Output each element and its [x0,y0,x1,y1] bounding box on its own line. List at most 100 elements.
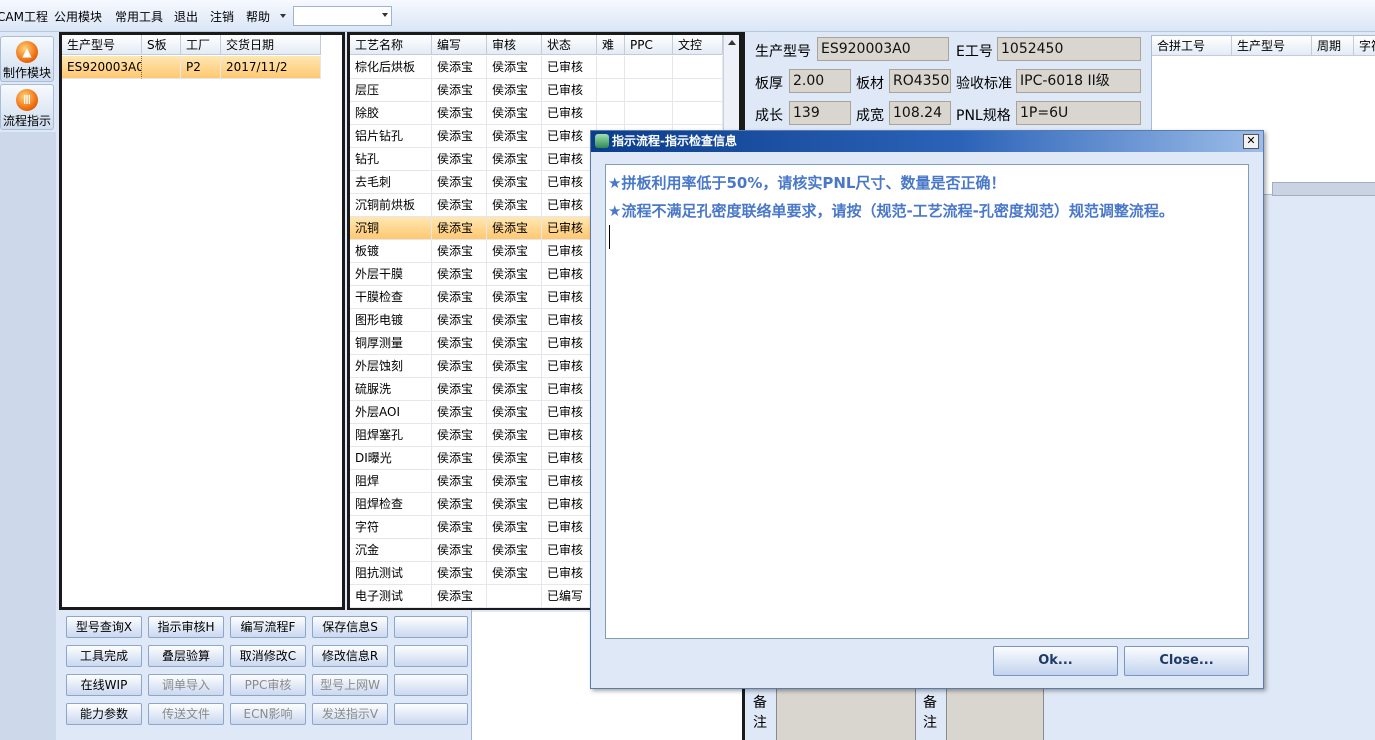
col-char[interactable]: 字符 [1354,36,1375,56]
process-reviewer-cell[interactable]: 侯添宝 [487,332,542,355]
process-writer-cell[interactable]: 侯添宝 [432,493,487,516]
process-writer-cell[interactable]: 侯添宝 [432,79,487,102]
col-status[interactable]: 状态 [542,35,597,55]
process-status-cell[interactable]: 已审核 [542,56,597,79]
process-name-cell[interactable]: 外层蚀刻 [350,355,432,378]
process-name-cell[interactable]: 钻孔 [350,148,432,171]
process-writer-cell[interactable]: 侯添宝 [432,539,487,562]
close-button[interactable]: Close... [1124,646,1249,676]
process-status-cell[interactable]: 已审核 [542,286,597,309]
process-name-cell[interactable]: 去毛刺 [350,171,432,194]
dialog-title-bar[interactable]: 指示流程-指示检查信息 ✕ [591,131,1263,152]
order-factory-cell[interactable]: P2 [181,56,221,79]
process-reviewer-cell[interactable]: 侯添宝 [487,56,542,79]
menu-cam[interactable]: CAM工程 [0,8,48,25]
col-difficulty[interactable]: 难 [597,35,625,55]
action-button-3-2[interactable]: ECN影响 [230,703,306,725]
process-status-cell[interactable]: 已审核 [542,263,597,286]
process-name-cell[interactable]: 板镀 [350,240,432,263]
action-button-2-1[interactable]: 调单导入 [148,674,224,696]
process-status-cell[interactable]: 已审核 [542,332,597,355]
scroll-up-icon[interactable] [728,40,736,45]
process-writer-cell[interactable]: 侯添宝 [432,102,487,125]
process-writer-cell[interactable]: 侯添宝 [432,194,487,217]
process-name-cell[interactable]: 沉金 [350,539,432,562]
process-name-cell[interactable]: 外层干膜 [350,263,432,286]
process-status-cell[interactable]: 已审核 [542,240,597,263]
process-status-cell[interactable]: 已审核 [542,378,597,401]
model-field[interactable]: ES920003A0 [817,37,949,61]
col-process-name[interactable]: 工艺名称 [350,35,432,55]
process-name-cell[interactable]: 外层AOI [350,401,432,424]
process-name-cell[interactable]: 电子测试 [350,585,432,608]
process-ppc-cell[interactable] [625,102,673,125]
process-reviewer-cell[interactable]: 侯添宝 [487,309,542,332]
process-name-cell[interactable]: 沉铜前烘板 [350,194,432,217]
menu-logout[interactable]: 注销 [210,8,234,25]
process-reviewer-cell[interactable]: 侯添宝 [487,217,542,240]
process-status-cell[interactable]: 已审核 [542,125,597,148]
col-factory[interactable]: 工厂 [181,35,221,55]
process-writer-cell[interactable]: 侯添宝 [432,516,487,539]
help-dropdown-icon[interactable] [280,14,286,18]
length-field[interactable]: 139 [789,101,851,125]
col-doc-control[interactable]: 文控 [673,35,723,55]
process-writer-cell[interactable]: 侯添宝 [432,240,487,263]
process-name-cell[interactable]: 硫脲洗 [350,378,432,401]
process-reviewer-cell[interactable]: 侯添宝 [487,378,542,401]
col-merge-model[interactable]: 生产型号 [1232,36,1312,56]
toolbar-combo[interactable] [293,6,392,26]
action-button-3-0[interactable]: 能力参数 [66,703,142,725]
order-model-cell[interactable]: ES920003A0 [62,56,142,79]
process-status-cell[interactable]: 已审核 [542,401,597,424]
standard-field[interactable]: IPC-6018 II级 [1016,69,1141,93]
action-button-1-3[interactable]: 修改信息R [312,645,388,667]
process-name-cell[interactable]: 干膜检查 [350,286,432,309]
action-button-1-4[interactable] [394,645,468,667]
action-button-1-1[interactable]: 叠层验算 [148,645,224,667]
action-button-0-1[interactable]: 指示审核H [148,616,224,638]
process-status-cell[interactable]: 已审核 [542,355,597,378]
action-button-2-0[interactable]: 在线WIP [66,674,142,696]
process-writer-cell[interactable]: 侯添宝 [432,401,487,424]
action-button-0-2[interactable]: 编写流程F [230,616,306,638]
ok-button[interactable]: Ok... [993,646,1118,676]
remark-field-2[interactable] [946,687,1044,740]
process-reviewer-cell[interactable]: 侯添宝 [487,470,542,493]
pnl-field[interactable]: 1P=6U [1016,101,1141,125]
process-reviewer-cell[interactable]: 侯添宝 [487,516,542,539]
action-button-0-0[interactable]: 型号查询X [66,616,142,638]
make-module-button[interactable]: ▲ 制作模块 [0,36,54,82]
process-reviewer-cell[interactable]: 侯添宝 [487,240,542,263]
process-reviewer-cell[interactable]: 侯添宝 [487,194,542,217]
process-writer-cell[interactable]: 侯添宝 [432,56,487,79]
order-s-cell[interactable] [142,56,181,79]
e-no-field[interactable]: 1052450 [997,37,1141,61]
remark-field-1[interactable] [776,687,916,740]
process-name-cell[interactable]: 铜厚测量 [350,332,432,355]
action-button-3-1[interactable]: 传送文件 [148,703,224,725]
process-writer-cell[interactable]: 侯添宝 [432,148,487,171]
process-doc-cell[interactable] [673,79,723,102]
process-name-cell[interactable]: 棕化后烘板 [350,56,432,79]
process-difficulty-cell[interactable] [597,56,625,79]
process-status-cell[interactable]: 已审核 [542,79,597,102]
col-date[interactable]: 交货日期 [221,35,321,55]
col-merge-no[interactable]: 合拼工号 [1152,36,1232,56]
col-ppc[interactable]: PPC [625,35,673,55]
process-doc-cell[interactable] [673,56,723,79]
col-reviewer[interactable]: 审核 [487,35,542,55]
close-icon[interactable]: ✕ [1243,134,1259,149]
process-status-cell[interactable]: 已审核 [542,447,597,470]
process-name-cell[interactable]: 图形电镀 [350,309,432,332]
process-status-cell[interactable]: 已审核 [542,102,597,125]
process-difficulty-cell[interactable] [597,102,625,125]
process-reviewer-cell[interactable]: 侯添宝 [487,447,542,470]
process-reviewer-cell[interactable]: 侯添宝 [487,102,542,125]
menu-common-tools[interactable]: 常用工具 [115,8,163,25]
action-button-0-4[interactable] [394,616,468,638]
action-button-2-2[interactable]: PPC审核 [230,674,306,696]
process-name-cell[interactable]: 阻焊塞孔 [350,424,432,447]
process-ppc-cell[interactable] [625,56,673,79]
process-status-cell[interactable]: 已审核 [542,148,597,171]
